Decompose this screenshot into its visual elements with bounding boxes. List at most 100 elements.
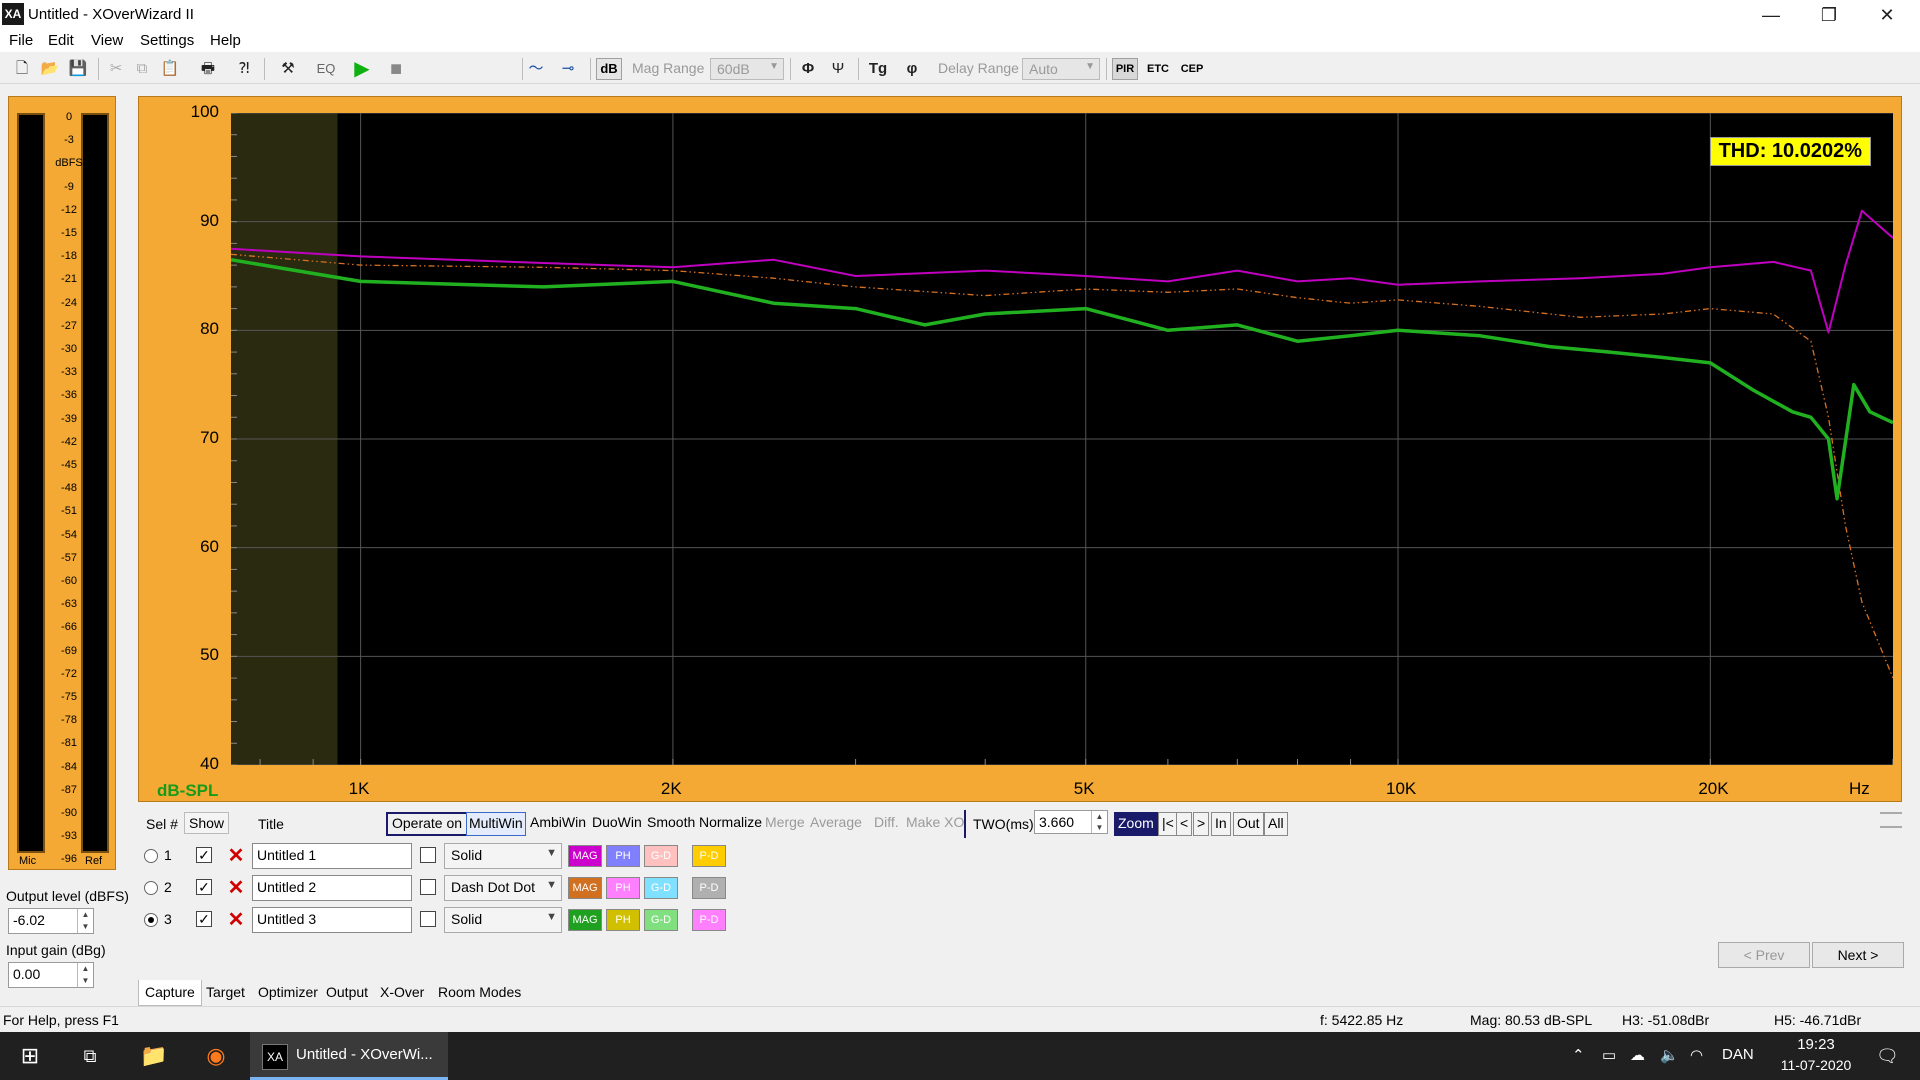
- prev-button[interactable]: < Prev: [1718, 942, 1810, 968]
- group-delay-icon[interactable]: Ψ: [826, 57, 850, 81]
- windows-start-icon[interactable]: ⊞: [2, 1032, 58, 1080]
- pir-button[interactable]: PIR: [1112, 58, 1138, 80]
- menu-settings[interactable]: Settings: [140, 32, 194, 49]
- tab-target[interactable]: Target: [200, 980, 251, 1006]
- trace-option-checkbox[interactable]: [420, 911, 436, 927]
- delay-range-select[interactable]: Auto ▼: [1022, 58, 1100, 80]
- minimize-button[interactable]: —: [1742, 0, 1800, 30]
- print-icon[interactable]: 🖶: [196, 57, 220, 81]
- notification-icon[interactable]: 🗨: [1876, 1046, 1899, 1067]
- tg-icon[interactable]: Tg: [866, 57, 890, 81]
- impulse-view-icon[interactable]: ⊸: [556, 57, 580, 81]
- task-view-icon[interactable]: ⧉: [62, 1032, 118, 1080]
- trace-show-checkbox[interactable]: ✓: [196, 911, 212, 927]
- trace-select-radio[interactable]: [144, 881, 158, 895]
- input-gain-input[interactable]: 0.00 ▲ ▼: [8, 962, 94, 988]
- paste-icon[interactable]: 📋: [158, 57, 182, 81]
- trace-title-input[interactable]: Untitled 1: [252, 843, 412, 869]
- trace-show-checkbox[interactable]: ✓: [196, 847, 212, 863]
- battery-icon[interactable]: ▭: [1602, 1046, 1616, 1064]
- close-window-button[interactable]: ✕: [1858, 0, 1916, 30]
- firefox-icon[interactable]: ◉: [188, 1032, 244, 1080]
- tab-output[interactable]: Output: [320, 980, 374, 1006]
- op-button-normalize[interactable]: Normalize: [697, 812, 765, 836]
- zoom-nav-button[interactable]: All: [1264, 812, 1288, 836]
- save-icon[interactable]: 💾: [66, 57, 90, 81]
- db-scale-button[interactable]: dB: [596, 58, 622, 80]
- onedrive-cloud-icon[interactable]: ☁: [1630, 1046, 1645, 1064]
- zoom-nav-button[interactable]: <: [1176, 812, 1193, 836]
- op-button-disabled[interactable]: Diff.: [872, 812, 901, 836]
- zoom-nav-button[interactable]: >: [1193, 812, 1210, 836]
- op-button-multiwin[interactable]: MultiWin: [466, 812, 526, 836]
- tab-capture[interactable]: Capture: [138, 980, 202, 1006]
- menu-help[interactable]: Help: [210, 32, 241, 49]
- clock-date[interactable]: 11-07-2020: [1770, 1057, 1862, 1073]
- trace-select-radio[interactable]: [144, 913, 158, 927]
- trace-g-d-color-button[interactable]: G-D: [644, 845, 678, 867]
- zoom-button[interactable]: Zoom: [1114, 812, 1158, 836]
- menu-edit[interactable]: Edit: [48, 32, 74, 49]
- language-indicator[interactable]: DAN: [1722, 1046, 1754, 1063]
- panel-grip-icon[interactable]: [1880, 812, 1902, 828]
- stop-icon[interactable]: ■: [384, 57, 408, 81]
- spin-arrows-icon[interactable]: ▲ ▼: [77, 963, 93, 987]
- zoom-nav-button[interactable]: In: [1211, 812, 1231, 836]
- eq-button[interactable]: EQ: [314, 57, 338, 81]
- phase-icon[interactable]: Φ: [796, 57, 820, 81]
- trace-show-checkbox[interactable]: ✓: [196, 879, 212, 895]
- trace-mag-color-button[interactable]: MAG: [568, 877, 602, 899]
- op-button-duowin[interactable]: DuoWin: [590, 812, 644, 836]
- etc-button[interactable]: ETC: [1144, 58, 1172, 80]
- curve-view-icon[interactable]: 〜: [524, 57, 548, 81]
- cep-button[interactable]: CEP: [1178, 58, 1206, 80]
- two-ms-input[interactable]: 3.660 ▲ ▼: [1034, 810, 1108, 834]
- trace-p-d-color-button[interactable]: P-D: [692, 909, 726, 931]
- spin-arrows-icon[interactable]: ▲ ▼: [1091, 811, 1107, 833]
- mag-range-select[interactable]: 60dB ▼: [710, 58, 784, 80]
- trace-title-input[interactable]: Untitled 2: [252, 875, 412, 901]
- trace-p-d-color-button[interactable]: P-D: [692, 845, 726, 867]
- spin-arrows-icon[interactable]: ▲ ▼: [77, 909, 93, 933]
- trace-title-input[interactable]: Untitled 3: [252, 907, 412, 933]
- op-button-disabled[interactable]: Merge: [763, 812, 807, 836]
- taskbar-app-xoverwizard[interactable]: XA Untitled - XOverWi...: [250, 1032, 448, 1080]
- trace-g-d-color-button[interactable]: G-D: [644, 909, 678, 931]
- line-style-select[interactable]: Dash Dot Dot ▼: [444, 875, 562, 901]
- plot-area[interactable]: THD: 10.0202%: [230, 112, 1894, 766]
- tab-x-over[interactable]: X-Over: [374, 980, 430, 1006]
- trace-g-d-color-button[interactable]: G-D: [644, 877, 678, 899]
- trace-p-d-color-button[interactable]: P-D: [692, 877, 726, 899]
- trace-option-checkbox[interactable]: [420, 879, 436, 895]
- copy-icon[interactable]: ⧉: [130, 57, 154, 81]
- trace-ph-color-button[interactable]: PH: [606, 845, 640, 867]
- tab-room-modes[interactable]: Room Modes: [432, 980, 527, 1006]
- play-icon[interactable]: ▶: [350, 57, 374, 81]
- delete-trace-icon[interactable]: ✕: [224, 876, 248, 900]
- tab-optimizer[interactable]: Optimizer: [252, 980, 324, 1006]
- line-style-select[interactable]: Solid ▼: [444, 843, 562, 869]
- trace-ph-color-button[interactable]: PH: [606, 909, 640, 931]
- delete-trace-icon[interactable]: ✕: [224, 908, 248, 932]
- delete-trace-icon[interactable]: ✕: [224, 844, 248, 868]
- operate-on-button[interactable]: Operate on: [386, 812, 469, 836]
- op-button-disabled[interactable]: Make XO: [904, 812, 967, 836]
- trace-mag-color-button[interactable]: MAG: [568, 845, 602, 867]
- chevron-up-icon[interactable]: ⌃: [1572, 1046, 1585, 1064]
- trace-select-radio[interactable]: [144, 849, 158, 863]
- maximize-button[interactable]: ❐: [1800, 0, 1858, 30]
- trace-mag-color-button[interactable]: MAG: [568, 909, 602, 931]
- trace-ph-color-button[interactable]: PH: [606, 877, 640, 899]
- volume-icon[interactable]: 🔈: [1660, 1046, 1679, 1064]
- file-explorer-icon[interactable]: 📁: [126, 1032, 182, 1080]
- next-button[interactable]: Next >: [1812, 942, 1904, 968]
- clock-time[interactable]: 19:23: [1782, 1036, 1850, 1053]
- new-file-icon[interactable]: 🗋: [10, 57, 34, 81]
- open-folder-icon[interactable]: 📂: [38, 57, 62, 81]
- phase-delay-icon[interactable]: φ: [900, 57, 924, 81]
- trace-option-checkbox[interactable]: [420, 847, 436, 863]
- menu-view[interactable]: View: [91, 32, 123, 49]
- zoom-nav-button[interactable]: Out: [1233, 812, 1264, 836]
- show-header-button[interactable]: Show: [184, 812, 230, 834]
- context-help-icon[interactable]: ⁈: [232, 57, 256, 81]
